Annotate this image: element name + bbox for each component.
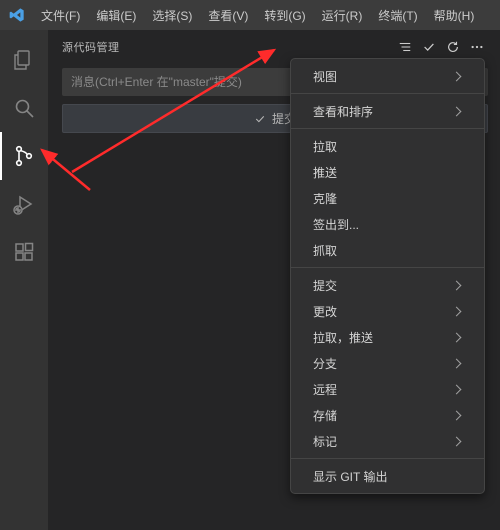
context-menu-item[interactable]: 远程 <box>291 376 484 402</box>
context-menu-item[interactable]: 拉取 <box>291 133 484 159</box>
scm-panel-title: 源代码管理 <box>62 39 394 55</box>
chevron-right-icon <box>452 106 462 116</box>
context-menu-item[interactable]: 提交 <box>291 272 484 298</box>
context-menu-label: 拉取，推送 <box>313 329 453 346</box>
context-menu-item[interactable]: 显示 GIT 输出 <box>291 463 484 489</box>
menu-bar: 文件(F)编辑(E)选择(S)查看(V)转到(G)运行(R)终端(T)帮助(H) <box>34 3 481 28</box>
context-menu-label: 提交 <box>313 277 453 294</box>
scm-icon[interactable] <box>0 132 48 180</box>
menu-item-2[interactable]: 选择(S) <box>145 3 199 28</box>
context-menu-label: 克隆 <box>313 190 460 207</box>
context-menu-label: 签出到... <box>313 216 460 233</box>
context-menu-item[interactable]: 拉取，推送 <box>291 324 484 350</box>
more-actions-icon[interactable] <box>466 36 488 58</box>
chevron-right-icon <box>452 71 462 81</box>
chevron-right-icon <box>452 306 462 316</box>
context-menu-item[interactable]: 抓取 <box>291 237 484 263</box>
context-menu-label: 标记 <box>313 433 453 450</box>
menu-item-6[interactable]: 终端(T) <box>371 3 424 28</box>
context-menu-item[interactable]: 标记 <box>291 428 484 454</box>
refresh-icon[interactable] <box>442 36 464 58</box>
context-menu-item[interactable]: 视图 <box>291 63 484 89</box>
debug-icon[interactable] <box>0 180 48 228</box>
menu-item-7[interactable]: 帮助(H) <box>427 3 482 28</box>
context-menu-separator <box>291 267 484 268</box>
context-menu-label: 分支 <box>313 355 453 372</box>
context-menu-item[interactable]: 推送 <box>291 159 484 185</box>
context-menu-label: 远程 <box>313 381 453 398</box>
context-menu-item[interactable]: 分支 <box>291 350 484 376</box>
context-menu-item[interactable]: 签出到... <box>291 211 484 237</box>
context-menu-label: 推送 <box>313 164 460 181</box>
context-menu-label: 抓取 <box>313 242 460 259</box>
view-as-tree-icon[interactable] <box>394 36 416 58</box>
menu-item-1[interactable]: 编辑(E) <box>89 3 143 28</box>
context-menu-item[interactable]: 克隆 <box>291 185 484 211</box>
vscode-logo-icon <box>6 4 28 26</box>
menu-item-0[interactable]: 文件(F) <box>34 3 87 28</box>
explorer-icon[interactable] <box>0 36 48 84</box>
context-menu-label: 视图 <box>313 68 453 85</box>
context-menu-label: 更改 <box>313 303 453 320</box>
context-menu-item[interactable]: 查看和排序 <box>291 98 484 124</box>
chevron-right-icon <box>452 358 462 368</box>
menu-item-5[interactable]: 运行(R) <box>315 3 370 28</box>
activity-bar <box>0 30 48 530</box>
chevron-right-icon <box>452 410 462 420</box>
extensions-icon[interactable] <box>0 228 48 276</box>
search-icon[interactable] <box>0 84 48 132</box>
menu-item-3[interactable]: 查看(V) <box>201 3 255 28</box>
context-menu-item[interactable]: 存储 <box>291 402 484 428</box>
context-menu-separator <box>291 458 484 459</box>
commit-check-icon[interactable] <box>418 36 440 58</box>
context-menu-separator <box>291 128 484 129</box>
context-menu-label: 查看和排序 <box>313 103 453 120</box>
chevron-right-icon <box>452 280 462 290</box>
context-menu-label: 存储 <box>313 407 453 424</box>
chevron-right-icon <box>452 384 462 394</box>
title-bar: 文件(F)编辑(E)选择(S)查看(V)转到(G)运行(R)终端(T)帮助(H) <box>0 0 500 30</box>
scm-context-menu: 视图查看和排序拉取推送克隆签出到... 抓取提交更改拉取，推送分支远程存储标记显示… <box>290 58 485 494</box>
chevron-right-icon <box>452 332 462 342</box>
context-menu-item[interactable]: 更改 <box>291 298 484 324</box>
context-menu-label: 拉取 <box>313 138 460 155</box>
context-menu-label: 显示 GIT 输出 <box>313 468 460 485</box>
context-menu-separator <box>291 93 484 94</box>
chevron-right-icon <box>452 436 462 446</box>
menu-item-4[interactable]: 转到(G) <box>257 3 312 28</box>
